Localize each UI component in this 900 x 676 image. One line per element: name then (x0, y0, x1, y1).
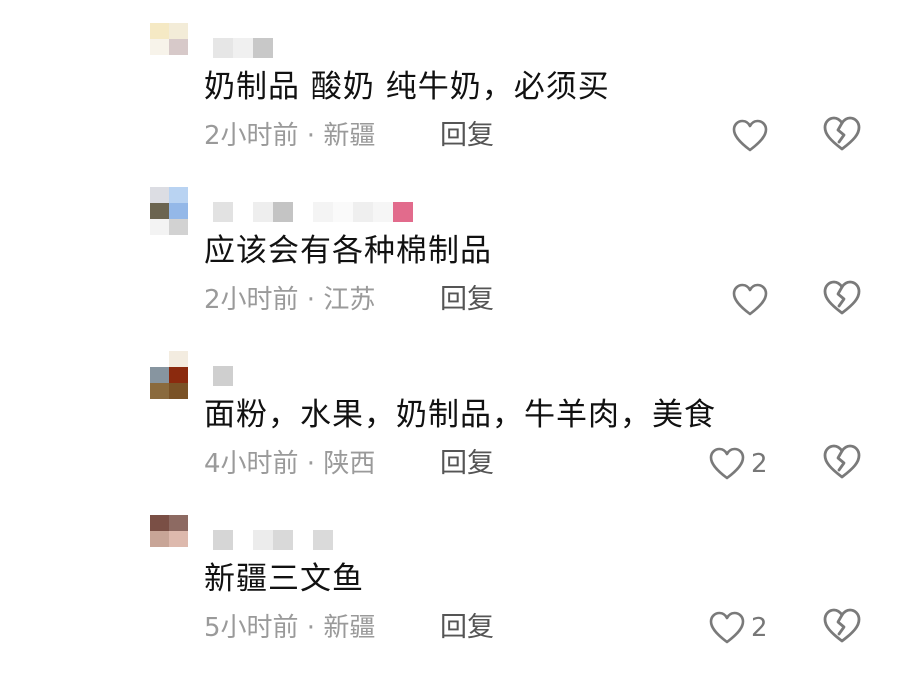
like-count: 2 (751, 449, 768, 479)
comment-time: 2小时前 (204, 285, 299, 315)
avatar[interactable] (150, 187, 188, 235)
dislike-button[interactable] (822, 607, 862, 647)
avatar-pixel (150, 55, 169, 71)
avatar-pixel (150, 187, 169, 203)
meta-separator: · (298, 121, 324, 151)
username-pixel (213, 366, 233, 386)
avatar-pixel (150, 351, 169, 367)
comment-location: 新疆 (323, 121, 376, 151)
reply-button[interactable]: 回复 (440, 446, 494, 482)
reply-button[interactable]: 回复 (440, 610, 494, 646)
comment-meta: 5小时前 · 新疆 (204, 610, 375, 646)
username-pixel (373, 202, 393, 222)
username-pixel (253, 202, 273, 222)
avatar-pixel (169, 367, 188, 383)
heart-icon (732, 119, 768, 153)
comment-meta: 2小时前 · 新疆 (204, 118, 375, 154)
comment-meta: 4小时前 · 陕西 (204, 446, 375, 482)
comment-location: 新疆 (323, 613, 376, 643)
comment-text: 面粉，水果，奶制品，牛羊肉，美食 (204, 397, 716, 433)
comment-text: 新疆三文鱼 (204, 561, 364, 597)
username-obscured[interactable] (213, 366, 233, 386)
username-pixel (253, 38, 273, 58)
like-button[interactable] (732, 280, 768, 320)
like-button[interactable] (732, 116, 768, 156)
avatar-pixel (150, 547, 169, 563)
username-pixel (313, 530, 333, 550)
reply-button[interactable]: 回复 (440, 118, 494, 154)
comment-item: 面粉，水果，奶制品，牛羊肉，美食 4小时前 · 陕西 回复 2 (0, 348, 900, 512)
avatar-pixel (169, 23, 188, 39)
avatar-pixel (150, 383, 169, 399)
avatar[interactable] (150, 23, 188, 71)
comment-time: 4小时前 (204, 449, 299, 479)
avatar-pixel (150, 367, 169, 383)
broken-heart-icon (822, 443, 862, 481)
avatar-pixel (169, 531, 188, 547)
avatar-pixel (150, 515, 169, 531)
dislike-button[interactable] (822, 115, 862, 155)
username-pixel (233, 530, 253, 550)
comment-location: 江苏 (323, 285, 376, 315)
avatar-pixel (169, 39, 188, 55)
meta-separator: · (298, 613, 324, 643)
avatar-pixel (150, 23, 169, 39)
username-pixel (353, 202, 373, 222)
like-button[interactable]: 2 (709, 608, 768, 648)
username-obscured[interactable] (213, 202, 413, 222)
dislike-button[interactable] (822, 443, 862, 483)
avatar-pixel (150, 531, 169, 547)
username-pixel (293, 530, 313, 550)
broken-heart-icon (822, 279, 862, 317)
comment-time: 2小时前 (204, 121, 299, 151)
username-pixel (313, 202, 333, 222)
heart-icon (709, 611, 745, 645)
avatar[interactable] (150, 351, 188, 399)
avatar-pixel (150, 39, 169, 55)
avatar-pixel (169, 203, 188, 219)
username-pixel (253, 530, 273, 550)
avatar-pixel (169, 351, 188, 367)
username-pixel (213, 530, 233, 550)
avatar-pixel (150, 219, 169, 235)
dislike-button[interactable] (822, 279, 862, 319)
comment-text: 应该会有各种棉制品 (204, 233, 492, 269)
broken-heart-icon (822, 607, 862, 645)
avatar-pixel (169, 547, 188, 563)
avatar-pixel (169, 55, 188, 71)
username-pixel (233, 38, 253, 58)
broken-heart-icon (822, 115, 862, 153)
heart-icon (709, 447, 745, 481)
username-pixel (213, 38, 233, 58)
comment-item: 奶制品 酸奶 纯牛奶，必须买 2小时前 · 新疆 回复 (0, 20, 900, 184)
username-pixel (333, 202, 353, 222)
comment-location: 陕西 (323, 449, 376, 479)
username-pixel (233, 202, 253, 222)
avatar-pixel (169, 383, 188, 399)
comment-meta: 2小时前 · 江苏 (204, 282, 375, 318)
meta-separator: · (298, 285, 324, 315)
username-pixel (293, 202, 313, 222)
avatar-pixel (169, 219, 188, 235)
username-obscured[interactable] (213, 38, 273, 58)
avatar-pixel (169, 187, 188, 203)
username-pixel (393, 202, 413, 222)
username-obscured[interactable] (213, 530, 333, 550)
comment-text: 奶制品 酸奶 纯牛奶，必须买 (204, 69, 610, 105)
username-pixel (213, 202, 233, 222)
avatar-pixel (150, 203, 169, 219)
meta-separator: · (298, 449, 324, 479)
heart-icon (732, 283, 768, 317)
avatar[interactable] (150, 515, 188, 563)
comment-item: 新疆三文鱼 5小时前 · 新疆 回复 2 (0, 512, 900, 676)
like-button[interactable]: 2 (709, 444, 768, 484)
comment-time: 5小时前 (204, 613, 299, 643)
like-count: 2 (751, 613, 768, 643)
avatar-pixel (169, 515, 188, 531)
comment-item: 应该会有各种棉制品 2小时前 · 江苏 回复 (0, 184, 900, 348)
username-pixel (273, 202, 293, 222)
reply-button[interactable]: 回复 (440, 282, 494, 318)
username-pixel (273, 530, 293, 550)
